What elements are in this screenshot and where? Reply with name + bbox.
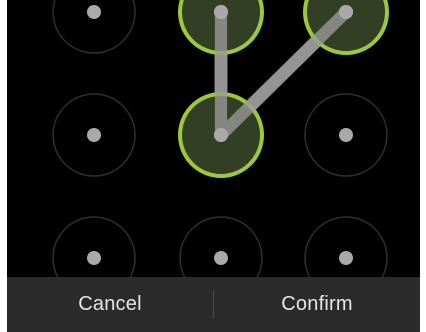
phone-frame: Cancel Confirm: [0, 0, 426, 332]
pattern-grid[interactable]: [7, 0, 420, 277]
cancel-button[interactable]: Cancel: [7, 277, 213, 332]
pattern-node-dot: [87, 128, 101, 142]
pattern-lock-screen: Cancel Confirm: [7, 0, 420, 332]
pattern-node-ring: [52, 216, 136, 277]
pattern-node-ring: [304, 216, 388, 277]
pattern-node-dot: [87, 251, 101, 265]
pattern-node[interactable]: [52, 93, 136, 177]
pattern-node-ring: [179, 216, 263, 277]
pattern-node[interactable]: [304, 93, 388, 177]
pattern-node[interactable]: [179, 216, 263, 277]
pattern-node-dot: [339, 251, 353, 265]
confirm-button[interactable]: Confirm: [214, 277, 420, 332]
pattern-node-dot: [87, 5, 101, 19]
pattern-node[interactable]: [304, 216, 388, 277]
pattern-node[interactable]: [52, 0, 136, 54]
pattern-node-dot: [214, 5, 228, 19]
pattern-node-dot: [339, 5, 353, 19]
pattern-node-dot: [214, 128, 228, 142]
pattern-node-dot: [214, 251, 228, 265]
pattern-node-dot: [339, 128, 353, 142]
pattern-node[interactable]: [52, 216, 136, 277]
action-bar: Cancel Confirm: [7, 277, 420, 332]
